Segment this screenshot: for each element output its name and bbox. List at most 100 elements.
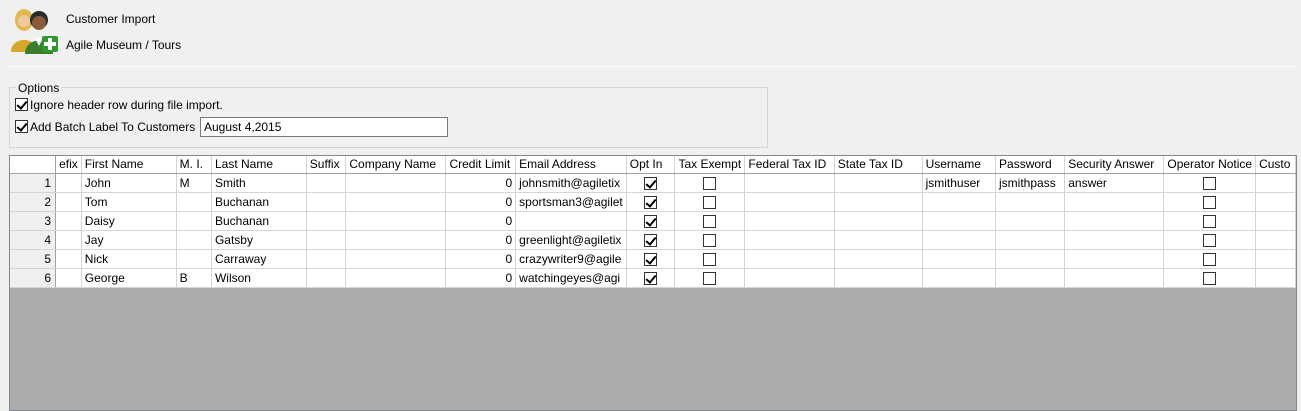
cell-last-name[interactable]: Carraway: [211, 249, 307, 269]
column-header-tax-exempt[interactable]: Tax Exempt: [674, 156, 746, 174]
cell-security-answer[interactable]: [1064, 192, 1165, 212]
column-header-opt-in[interactable]: Opt In: [626, 156, 676, 174]
column-header-last-name[interactable]: Last Name: [211, 156, 307, 174]
column-header-security-answer[interactable]: Security Answer: [1064, 156, 1165, 174]
cell-security-answer[interactable]: [1064, 249, 1165, 269]
batch-label-label[interactable]: Add Batch Label To Customers: [30, 120, 195, 134]
cell-state-tax-id[interactable]: [834, 173, 923, 193]
cell-email-address[interactable]: watchingeyes@agi: [515, 268, 627, 288]
cell-custo[interactable]: [1255, 192, 1296, 212]
cell-company-name[interactable]: [345, 230, 447, 250]
tax-exempt-checkbox[interactable]: [703, 252, 717, 266]
operator-notice-checkbox[interactable]: [1203, 233, 1217, 247]
cell-custo[interactable]: [1255, 268, 1296, 288]
cell-security-answer[interactable]: [1064, 230, 1165, 250]
row-number[interactable]: 1: [10, 173, 57, 193]
cell-state-tax-id[interactable]: [834, 192, 923, 212]
cell-username[interactable]: [922, 268, 997, 288]
operator-notice-checkbox[interactable]: [1203, 214, 1217, 228]
cell-last-name[interactable]: Smith: [211, 173, 307, 193]
cell-security-answer[interactable]: answer: [1064, 173, 1165, 193]
cell-password[interactable]: [995, 211, 1066, 231]
ignore-header-label[interactable]: Ignore header row during file import.: [30, 98, 223, 112]
cell-last-name[interactable]: Gatsby: [211, 230, 307, 250]
opt-in-checkbox[interactable]: [644, 252, 658, 266]
cell-email-address[interactable]: crazywriter9@agile: [515, 249, 627, 269]
column-header-company-name[interactable]: Company Name: [345, 156, 447, 174]
tax-exempt-checkbox[interactable]: [703, 195, 717, 209]
table-row[interactable]: 5 Nick Carraway 0 crazywriter9@agile: [10, 249, 1296, 269]
column-header-credit-limit[interactable]: Credit Limit: [445, 156, 517, 174]
column-header-custo[interactable]: Custo: [1255, 156, 1296, 174]
cell-password[interactable]: [995, 249, 1066, 269]
cell-email-address[interactable]: greenlight@agiletix: [515, 230, 627, 250]
cell-tax-exempt[interactable]: [674, 173, 746, 193]
table-row[interactable]: 1 John M Smith 0 johnsmith@agiletix jsmithuser…: [10, 173, 1296, 193]
cell-company-name[interactable]: [345, 268, 447, 288]
column-header-operator-notice[interactable]: Operator Notice: [1163, 156, 1257, 174]
column-header-email-address[interactable]: Email Address: [515, 156, 627, 174]
cell-username[interactable]: jsmithuser: [922, 173, 997, 193]
cell-mi[interactable]: B: [176, 268, 212, 288]
cell-suffix[interactable]: [306, 249, 347, 269]
cell-federal-tax-id[interactable]: [744, 268, 835, 288]
opt-in-checkbox[interactable]: [644, 176, 658, 190]
cell-prefix[interactable]: [55, 173, 82, 193]
table-row[interactable]: 6 George B Wilson 0 watchingeyes@agi: [10, 268, 1296, 288]
cell-password[interactable]: [995, 230, 1066, 250]
cell-suffix[interactable]: [306, 173, 347, 193]
column-header-suffix[interactable]: Suffix: [306, 156, 347, 174]
cell-first-name[interactable]: John: [81, 173, 177, 193]
cell-credit-limit[interactable]: 0: [445, 268, 517, 288]
cell-company-name[interactable]: [345, 249, 447, 269]
tax-exempt-checkbox[interactable]: [703, 233, 717, 247]
cell-last-name[interactable]: Buchanan: [211, 211, 307, 231]
cell-operator-notice[interactable]: [1163, 249, 1257, 269]
cell-prefix[interactable]: [55, 230, 82, 250]
column-header-prefix[interactable]: efix: [55, 156, 82, 174]
cell-tax-exempt[interactable]: [674, 192, 746, 212]
column-header-mi[interactable]: M. I.: [176, 156, 212, 174]
operator-notice-checkbox[interactable]: [1203, 252, 1217, 266]
cell-tax-exempt[interactable]: [674, 211, 746, 231]
cell-custo[interactable]: [1255, 211, 1296, 231]
opt-in-checkbox[interactable]: [644, 233, 658, 247]
cell-username[interactable]: [922, 230, 997, 250]
operator-notice-checkbox[interactable]: [1203, 271, 1217, 285]
cell-username[interactable]: [922, 211, 997, 231]
cell-federal-tax-id[interactable]: [744, 192, 835, 212]
table-row[interactable]: 3 Daisy Buchanan 0: [10, 211, 1296, 231]
cell-prefix[interactable]: [55, 211, 82, 231]
cell-operator-notice[interactable]: [1163, 192, 1257, 212]
tax-exempt-checkbox[interactable]: [703, 214, 717, 228]
cell-federal-tax-id[interactable]: [744, 173, 835, 193]
cell-credit-limit[interactable]: 0: [445, 173, 517, 193]
row-number[interactable]: 5: [10, 249, 57, 269]
row-number[interactable]: 6: [10, 268, 57, 288]
cell-federal-tax-id[interactable]: [744, 249, 835, 269]
cell-password[interactable]: [995, 268, 1066, 288]
cell-operator-notice[interactable]: [1163, 230, 1257, 250]
cell-tax-exempt[interactable]: [674, 268, 746, 288]
cell-prefix[interactable]: [55, 192, 82, 212]
cell-opt-in[interactable]: [626, 230, 676, 250]
cell-operator-notice[interactable]: [1163, 173, 1257, 193]
cell-prefix[interactable]: [55, 268, 82, 288]
cell-federal-tax-id[interactable]: [744, 230, 835, 250]
cell-security-answer[interactable]: [1064, 211, 1165, 231]
column-header-federal-tax-id[interactable]: Federal Tax ID: [744, 156, 835, 174]
cell-email-address[interactable]: johnsmith@agiletix: [515, 173, 627, 193]
cell-tax-exempt[interactable]: [674, 230, 746, 250]
cell-opt-in[interactable]: [626, 173, 676, 193]
cell-first-name[interactable]: Jay: [81, 230, 177, 250]
cell-first-name[interactable]: Nick: [81, 249, 177, 269]
cell-company-name[interactable]: [345, 192, 447, 212]
cell-company-name[interactable]: [345, 211, 447, 231]
ignore-header-checkbox[interactable]: [15, 98, 28, 111]
cell-custo[interactable]: [1255, 173, 1296, 193]
cell-credit-limit[interactable]: 0: [445, 249, 517, 269]
cell-password[interactable]: jsmithpass: [995, 173, 1066, 193]
row-number[interactable]: 3: [10, 211, 57, 231]
column-header-first-name[interactable]: First Name: [81, 156, 177, 174]
cell-custo[interactable]: [1255, 249, 1296, 269]
